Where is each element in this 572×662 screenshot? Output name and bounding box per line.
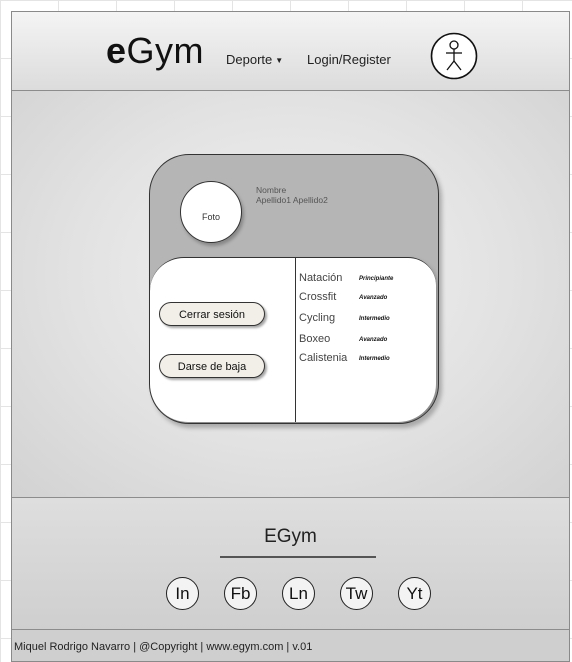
social-links: In Fb Ln Tw Yt — [166, 577, 456, 611]
nav-deporte-label: Deporte — [226, 52, 273, 67]
sport-name: Cycling — [299, 312, 336, 324]
sport-level: Avanzado — [359, 337, 388, 343]
main-content: Foto Nombre Apellido1 Apellido2 Cerrar s… — [12, 91, 569, 498]
instagram-icon[interactable]: In — [166, 577, 199, 610]
sport-name: Calistenia — [299, 352, 348, 364]
wireframe-page: eGym Deporte ▼ Login/Register Foto Nombr… — [11, 11, 570, 662]
logo-letter: e — [106, 30, 127, 71]
linkedin-icon[interactable]: Ln — [282, 577, 315, 610]
logo[interactable]: eGym — [106, 31, 204, 71]
photo-label: Foto — [201, 212, 220, 222]
twitter-icon[interactable]: Tw — [340, 577, 373, 610]
profile-surnames: Apellido1 Apellido2 — [256, 195, 328, 205]
logout-button[interactable]: Cerrar sesión — [159, 302, 265, 326]
footer-title: EGym — [264, 526, 317, 547]
profile-photo[interactable]: Foto — [180, 181, 242, 243]
profile-name: Nombre — [256, 185, 287, 195]
user-icon[interactable] — [430, 32, 478, 80]
footer-divider — [220, 556, 376, 558]
sport-name: Natación — [299, 272, 343, 284]
sport-name: Boxeo — [299, 333, 331, 345]
nav-login-register[interactable]: Login/Register — [307, 52, 391, 68]
facebook-icon[interactable]: Fb — [224, 577, 257, 610]
copyright-text: Miquel Rodrigo Navarro | @Copyright | ww… — [14, 641, 313, 653]
sport-level: Intermedio — [359, 356, 390, 362]
youtube-icon[interactable]: Yt — [398, 577, 431, 610]
profile-card: Foto Nombre Apellido1 Apellido2 Cerrar s… — [149, 154, 439, 424]
panel-divider — [295, 258, 296, 422]
footer: EGym In Fb Ln Tw Yt — [12, 498, 569, 629]
profile-details-panel: Cerrar sesión Darse de baja Natación Pri… — [150, 257, 436, 422]
copyright-bar: Miquel Rodrigo Navarro | @Copyright | ww… — [12, 629, 569, 661]
caret-down-icon: ▼ — [275, 56, 284, 65]
sport-level: Intermedio — [359, 316, 390, 322]
nav-deporte-dropdown[interactable]: Deporte ▼ — [226, 52, 283, 69]
sport-name: Crossfit — [299, 291, 337, 303]
unsubscribe-button[interactable]: Darse de baja — [159, 354, 265, 378]
logo-text: Gym — [126, 30, 205, 71]
sport-level: Principiante — [359, 276, 394, 282]
sport-level: Avanzado — [359, 295, 388, 301]
header: eGym Deporte ▼ Login/Register — [12, 12, 569, 91]
canvas-background: eGym Deporte ▼ Login/Register Foto Nombr… — [0, 0, 572, 662]
